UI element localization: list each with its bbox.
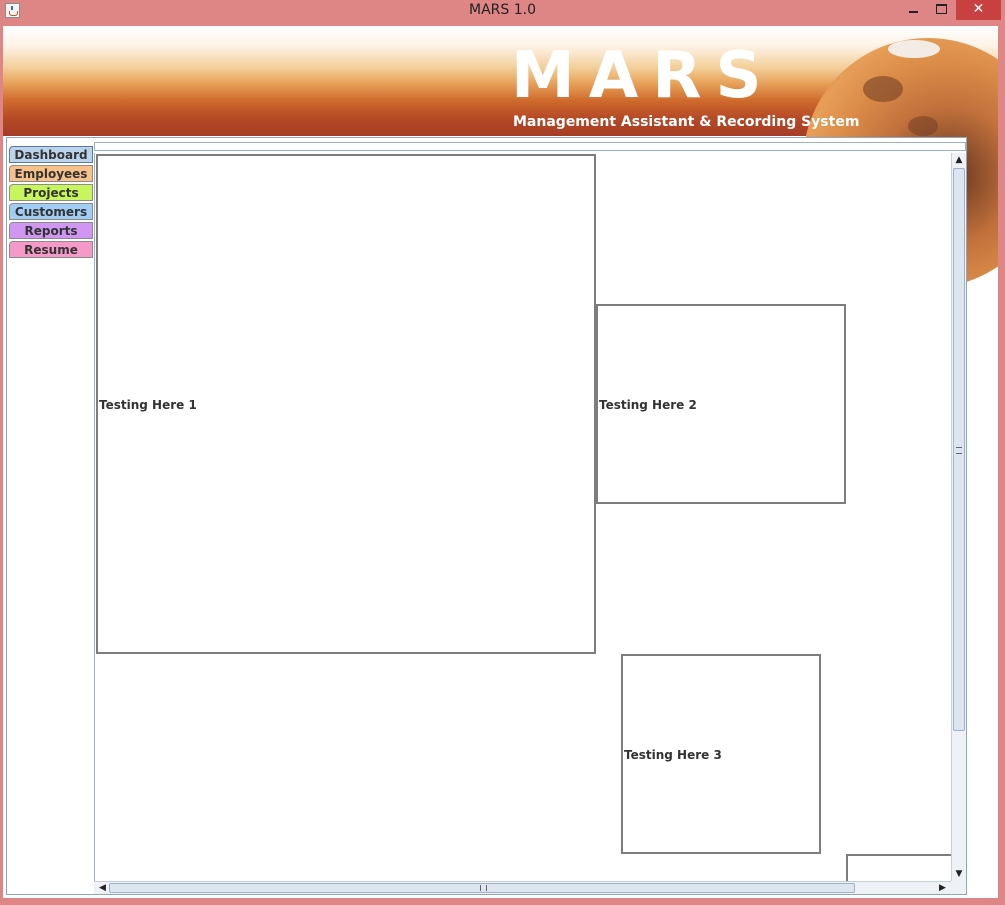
scroll-up-arrow-icon[interactable]: ▲ bbox=[952, 153, 966, 167]
frame-label: Testing Here 2 bbox=[599, 398, 697, 412]
dashboard-viewport[interactable]: Testing Here 1 Testing Here 2 Testing He… bbox=[94, 153, 952, 881]
minimize-button[interactable] bbox=[900, 0, 926, 20]
scroll-down-arrow-icon[interactable]: ▼ bbox=[952, 867, 966, 881]
horizontal-scroll-thumb[interactable] bbox=[109, 883, 855, 893]
tab-resume[interactable]: Resume bbox=[9, 241, 93, 258]
internal-frame-1[interactable]: Testing Here 1 bbox=[96, 154, 596, 654]
header-banner: MARS Management Assistant & Recording Sy… bbox=[3, 26, 998, 288]
mars-surface-spot bbox=[908, 116, 938, 136]
mars-surface-spot bbox=[863, 76, 903, 102]
scroll-right-arrow-icon[interactable]: ▶ bbox=[936, 882, 949, 894]
grip-icon bbox=[956, 447, 962, 454]
mars-polar-cap bbox=[888, 40, 940, 58]
minimize-icon bbox=[908, 10, 918, 13]
vertical-scroll-thumb[interactable] bbox=[953, 168, 965, 731]
window-title: MARS 1.0 bbox=[469, 2, 536, 18]
maximize-icon bbox=[935, 4, 947, 14]
tab-reports[interactable]: Reports bbox=[9, 222, 93, 239]
maximize-button[interactable] bbox=[928, 0, 954, 20]
main-panel: Dashboard Employees Projects Customers R… bbox=[6, 137, 967, 895]
scrollbar-corner bbox=[951, 881, 966, 894]
app-client-area: MARS Management Assistant & Recording Sy… bbox=[3, 26, 998, 898]
close-button[interactable]: ✕ bbox=[956, 0, 1001, 20]
dashboard-content: Testing Here 1 Testing Here 2 Testing He… bbox=[94, 142, 966, 894]
internal-frame-4[interactable] bbox=[846, 854, 952, 881]
tab-projects[interactable]: Projects bbox=[9, 184, 93, 201]
tab-customers[interactable]: Customers bbox=[9, 203, 93, 220]
grip-icon bbox=[480, 885, 487, 891]
horizontal-scrollbar[interactable]: ◀ ▶ bbox=[94, 881, 951, 894]
mars-logo: MARS bbox=[511, 39, 776, 113]
frame-label: Testing Here 1 bbox=[99, 398, 197, 412]
close-icon: ✕ bbox=[972, 1, 985, 17]
tab-dashboard[interactable]: Dashboard bbox=[9, 146, 93, 163]
frame-label: Testing Here 3 bbox=[624, 748, 722, 762]
vertical-scrollbar[interactable]: ▲ ▼ bbox=[951, 153, 966, 881]
internal-frame-3[interactable]: Testing Here 3 bbox=[621, 654, 821, 854]
internal-frame-2[interactable]: Testing Here 2 bbox=[596, 304, 846, 504]
side-tab-strip: Dashboard Employees Projects Customers R… bbox=[9, 146, 93, 260]
window-title-bar: MARS 1.0 ✕ bbox=[0, 0, 1005, 22]
app-tagline: Management Assistant & Recording System bbox=[513, 114, 860, 130]
dashboard-toolbar-strip bbox=[94, 142, 966, 151]
tab-employees[interactable]: Employees bbox=[9, 165, 93, 182]
scroll-left-arrow-icon[interactable]: ◀ bbox=[96, 882, 109, 894]
